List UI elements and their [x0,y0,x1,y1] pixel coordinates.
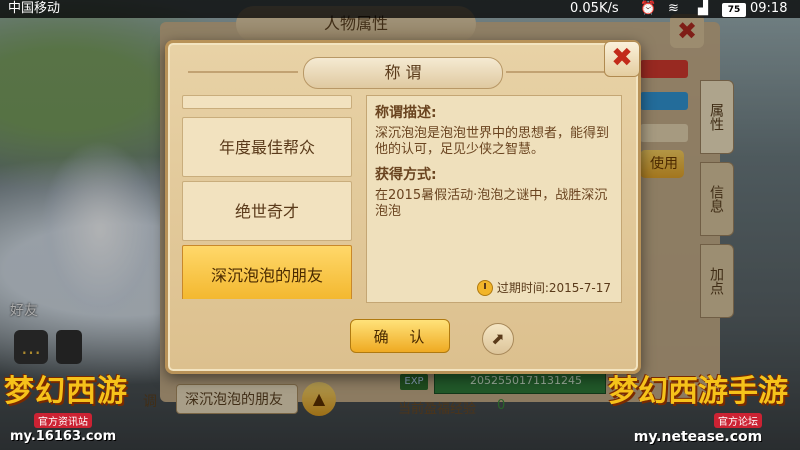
logo-right-mark: 梦幻西游手游 [608,374,788,409]
alarm-icon: ⏰ [640,1,657,16]
expiry-text: 过期时间:2015-7-17 [496,280,611,295]
expiry-info: 过期时间:2015-7-17 [476,279,611,296]
status-bar: 中国移动 0.05K/s ⏰ ≋ ▟ 75 09:18 [0,0,800,18]
list-item[interactable]: 年度最佳帮众 [182,117,352,177]
carrier-name: 中国移动 [8,1,61,16]
logo-right-sub: 官方论坛 [714,413,762,428]
clock-time: 09:18 [750,1,788,16]
title-modal: 称 谓 ✖ 年度最佳帮众 绝世奇才 深沉泡泡的朋友 称谓描述: 深沉泡泡是泡泡世… [165,40,641,374]
description-panel: 称谓描述: 深沉泡泡是泡泡世界中的思想者，能得到他的认可，足见少侠之智慧。 获得… [366,95,622,303]
logo-left: 梦幻西游 官方资讯站 my.16163.com [4,366,150,450]
list-item-partial[interactable] [182,95,352,109]
logo-right: 梦幻西游手游 官方论坛 my.netease.com [600,366,796,450]
title-divider-left [188,71,298,73]
confirm-button[interactable]: 确 认 [350,319,450,353]
share-icon[interactable]: ⬈ [482,323,514,355]
obtain-heading: 获得方式: [375,167,437,183]
logo-left-mark: 梦幻西游 [4,374,128,409]
clock-icon [476,280,493,296]
close-icon: ✖ [611,43,633,73]
modal-title: 称 谓 [303,57,503,89]
obtain-text: 在2015暑假活动·泡泡之谜中，战胜深沉泡泡 [375,188,608,219]
battery-icon: 75 [722,3,746,17]
signal-icon: ▟ [698,1,708,16]
logo-right-url: my.netease.com [633,429,763,445]
list-item-selected[interactable]: 深沉泡泡的朋友 [182,245,352,299]
logo-left-sub: 官方资讯站 [34,413,92,428]
title-list[interactable]: 年度最佳帮众 绝世奇才 深沉泡泡的朋友 [182,95,354,299]
title-divider-right [506,71,616,73]
network-speed: 0.05K/s [570,1,619,16]
description-heading: 称谓描述: [375,105,437,121]
list-item[interactable]: 绝世奇才 [182,181,352,241]
close-button[interactable]: ✖ [604,41,640,77]
description-text: 深沉泡泡是泡泡世界中的思想者，能得到他的认可，足见少侠之智慧。 [375,126,610,157]
logo-left-url: my.16163.com [10,429,117,444]
wifi-icon: ≋ [668,1,679,16]
